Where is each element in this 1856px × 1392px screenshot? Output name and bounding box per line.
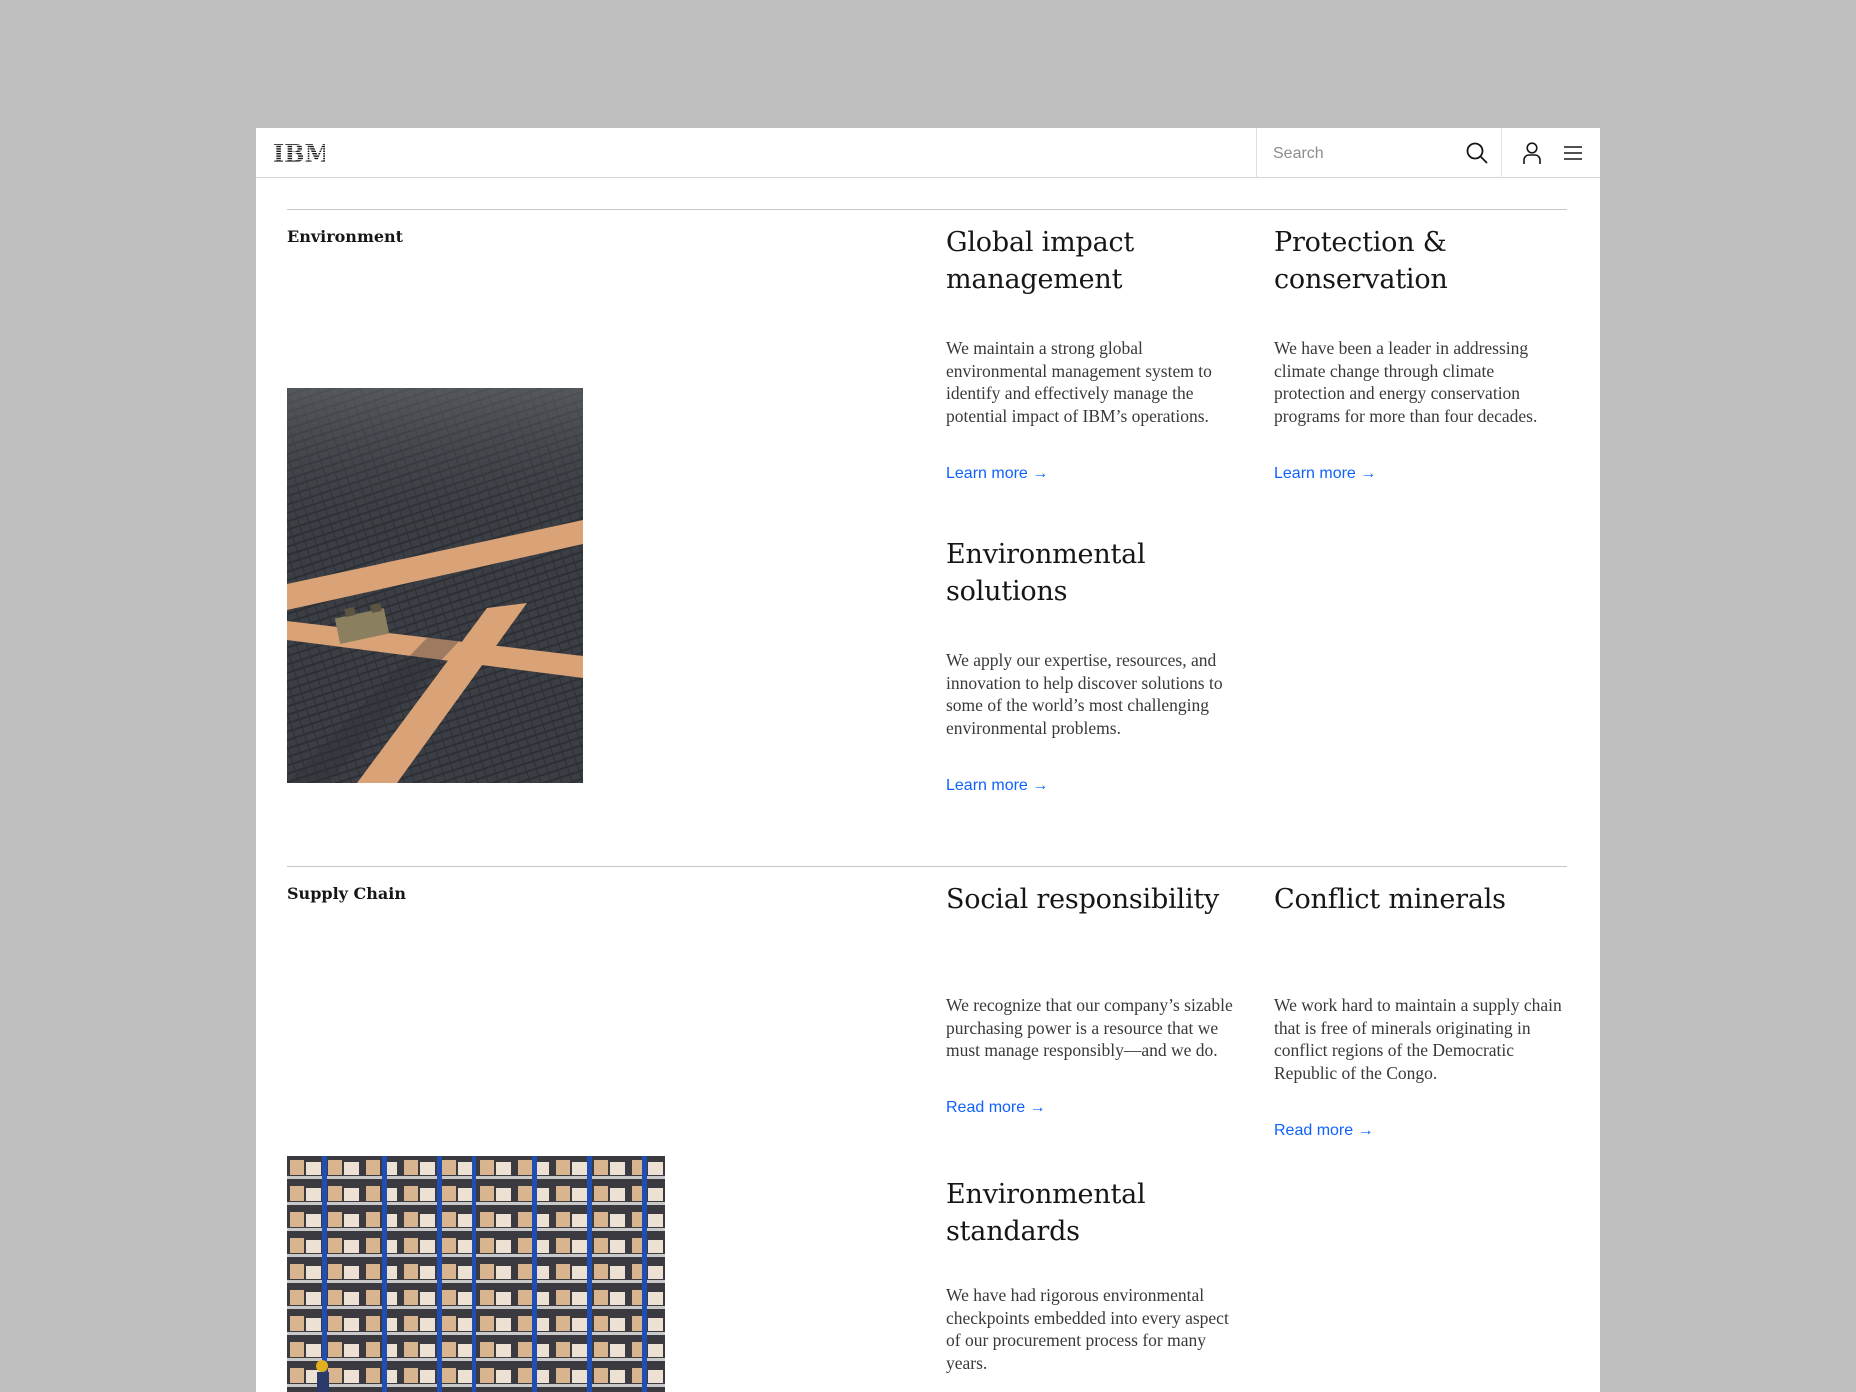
solar-farm-image: [287, 388, 583, 783]
section-divider: [287, 209, 1567, 210]
browser-window: IBM Environment: [256, 128, 1600, 1392]
masthead: IBM: [256, 128, 1600, 178]
card-body: We have been a leader in addressing clim…: [1274, 338, 1538, 426]
learn-more-link[interactable]: Learn more →: [946, 465, 1048, 483]
card-body: We work hard to maintain a supply chain …: [1274, 995, 1562, 1083]
supply-chain-section: Supply Chain Social responsibility We re…: [287, 866, 1567, 1392]
read-more-link[interactable]: Read more →: [946, 1099, 1046, 1117]
card-title: Global impact management: [946, 227, 1135, 295]
section-divider: [287, 866, 1567, 867]
user-icon[interactable]: [1520, 141, 1544, 165]
card-environmental-solutions: Environmental solutions We apply our exp…: [946, 536, 1236, 794]
warehouse-image: [287, 1156, 665, 1392]
environment-section: Environment Global impact management We …: [287, 209, 1567, 865]
svg-text:IBM: IBM: [273, 141, 325, 165]
search-icon[interactable]: [1465, 141, 1489, 165]
learn-more-link[interactable]: Learn more →: [946, 777, 1048, 795]
card-body: We have had rigorous environmental check…: [946, 1285, 1229, 1373]
section-label: Supply Chain: [287, 884, 406, 903]
card-title: Environmental standards: [946, 1179, 1146, 1247]
search-bar: [1256, 128, 1502, 178]
learn-more-link[interactable]: Learn more →: [1274, 465, 1376, 483]
card-title: Protection & conservation: [1274, 227, 1448, 295]
card-body: We apply our expertise, resources, and i…: [946, 650, 1223, 738]
card-body: We maintain a strong global environmenta…: [946, 338, 1212, 426]
card-title: Environmental solutions: [946, 539, 1146, 607]
section-label: Environment: [287, 227, 404, 246]
card-protection-conservation: Protection & conservation We have been a…: [1274, 224, 1564, 482]
ibm-logo[interactable]: IBM: [273, 141, 325, 165]
menu-icon[interactable]: [1561, 141, 1585, 165]
search-input[interactable]: [1271, 140, 1455, 168]
card-global-impact: Global impact management We maintain a s…: [946, 224, 1236, 482]
card-conflict-minerals: Conflict minerals We work hard to mainta…: [1274, 881, 1564, 1139]
card-title: Social responsibility: [946, 884, 1220, 915]
card-social-responsibility: Social responsibility We recognize that …: [946, 881, 1236, 1116]
read-more-link[interactable]: Read more →: [1274, 1122, 1374, 1140]
card-title: Conflict minerals: [1274, 884, 1506, 915]
card-body: We recognize that our company’s sizable …: [946, 995, 1233, 1061]
card-environmental-standards: Environmental standards We have had rigo…: [946, 1176, 1236, 1373]
